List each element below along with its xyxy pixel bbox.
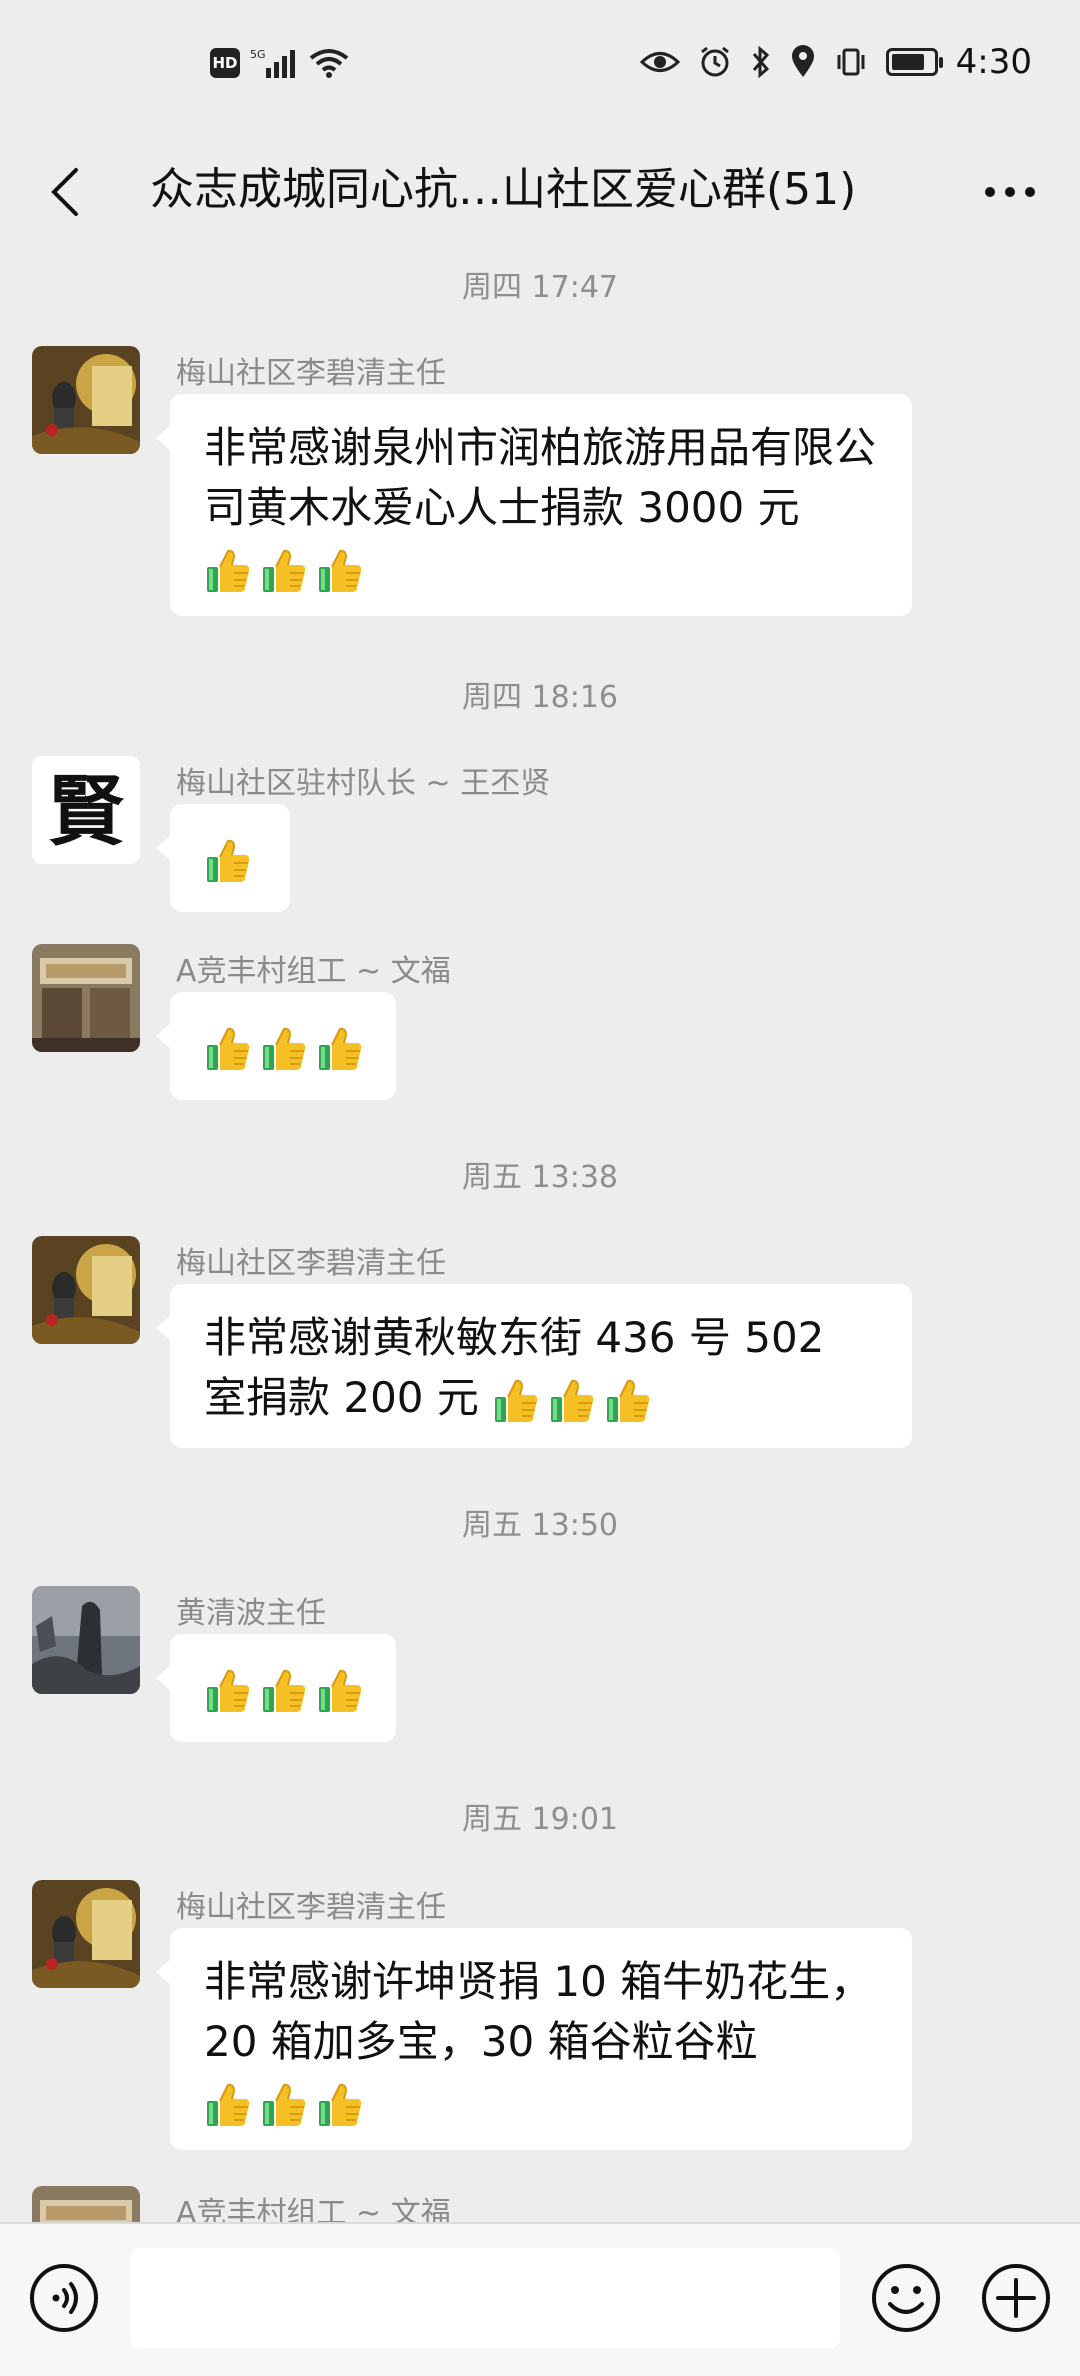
- emoji-button[interactable]: [870, 2262, 942, 2334]
- alarm-icon: [700, 46, 729, 77]
- thumbs-up-icon: [319, 1669, 362, 1712]
- thumbs-up-group: [204, 2081, 364, 2129]
- avatar-image: [32, 1236, 140, 1344]
- message-text: 非常感谢泉州市润柏旅游用品有限公司黄木水爱心人士捐款 3000 元: [204, 423, 877, 532]
- sender-name: 梅山社区李碧清主任: [176, 356, 446, 391]
- title-bar: 众志成城同心抗…山社区爱心群(51): [0, 132, 1080, 252]
- thumbs-up-icon: [319, 2083, 362, 2126]
- thumbs-up-group: [204, 837, 252, 885]
- sender-name: 黄清波主任: [176, 1596, 326, 1631]
- sender-name: 梅山社区李碧清主任: [176, 1890, 446, 1925]
- avatar[interactable]: [32, 1586, 140, 1694]
- sender-name: 梅山社区李碧清主任: [176, 1246, 446, 1281]
- avatar[interactable]: [32, 1236, 140, 1344]
- message-bubble[interactable]: 非常感谢泉州市润柏旅游用品有限公司黄木水爱心人士捐款 3000 元: [156, 394, 912, 616]
- status-right: 4:30: [639, 42, 1032, 82]
- location-icon: [791, 45, 814, 77]
- timestamp: 周五 19:01: [462, 1802, 618, 1837]
- more-functions-button[interactable]: [980, 2262, 1052, 2334]
- avatar-image: [32, 1586, 140, 1694]
- vibrate-icon: [837, 48, 865, 76]
- message-bubble[interactable]: 非常感谢黄秋敏东街 436 号 502 室捐款 200 元: [156, 1284, 912, 1448]
- voice-button[interactable]: [28, 2262, 100, 2334]
- hd-badge: HD: [210, 48, 240, 78]
- message-text: 非常感谢许坤贤捐 10 箱牛奶花生，20 箱加多宝，30 箱谷粒谷粒: [204, 1957, 873, 2066]
- thumbs-up-icon: [607, 1379, 650, 1422]
- thumbs-up-icon: [207, 1669, 250, 1712]
- thumbs-up-group: [492, 1377, 652, 1425]
- sender-name: A竞丰村组工 ~ 文福: [176, 954, 451, 989]
- avatar-image: [32, 346, 140, 454]
- more-icon: [985, 187, 1035, 197]
- thumbs-up-icon: [263, 549, 306, 592]
- chat-screen: HD 5G 4:30 众志成城同心抗…山社区爱心群(51) 周四 17:47 梅…: [0, 0, 1080, 2376]
- back-button[interactable]: [30, 156, 102, 228]
- signal-icon: 5G: [250, 48, 295, 78]
- avatar[interactable]: 賢: [32, 756, 140, 864]
- timestamp: 周四 18:16: [462, 680, 618, 715]
- avatar-image: [32, 1880, 140, 1988]
- plus-icon: [982, 2264, 1050, 2332]
- timestamp: 周五 13:38: [462, 1160, 618, 1195]
- battery-icon: [885, 48, 943, 76]
- thumbs-up-icon: [319, 549, 362, 592]
- wifi-icon: [309, 49, 349, 78]
- thumbs-up-icon: [263, 2083, 306, 2126]
- message-bubble[interactable]: 非常感谢许坤贤捐 10 箱牛奶花生，20 箱加多宝，30 箱谷粒谷粒: [156, 1928, 912, 2150]
- thumbs-up-group: [204, 547, 364, 595]
- thumbs-up-icon: [263, 1027, 306, 1070]
- thumbs-up-group: [204, 1667, 364, 1715]
- thumbs-up-icon: [551, 1379, 594, 1422]
- thumbs-up-icon: [263, 1669, 306, 1712]
- timestamp: 周四 17:47: [462, 270, 618, 305]
- thumbs-up-icon: [207, 1027, 250, 1070]
- battery-fill: [891, 54, 924, 70]
- avatar[interactable]: [32, 1880, 140, 1988]
- status-left: HD 5G: [210, 46, 350, 80]
- avatar[interactable]: [32, 346, 140, 454]
- message-input[interactable]: [130, 2248, 840, 2348]
- status-bar: HD 5G 4:30: [0, 0, 1080, 132]
- message-bubble[interactable]: [156, 804, 290, 912]
- sender-name: 梅山社区驻村队长 ~ 王丕贤: [176, 766, 551, 801]
- thumbs-up-icon: [207, 2083, 250, 2126]
- thumbs-up-icon: [207, 839, 250, 882]
- status-time: 4:30: [955, 42, 1032, 82]
- voice-icon: [30, 2264, 98, 2332]
- avatar-image: 賢: [32, 756, 140, 864]
- message-bubble[interactable]: [156, 1634, 396, 1742]
- chevron-left-icon: [51, 168, 78, 216]
- eye-icon: [639, 52, 680, 72]
- svg-text:5G: 5G: [250, 48, 266, 61]
- thumbs-up-group: [204, 1025, 364, 1073]
- avatar-image: [32, 944, 140, 1052]
- thumbs-up-icon: [207, 549, 250, 592]
- avatar-text: 賢: [48, 767, 125, 856]
- message-bubble[interactable]: [156, 992, 396, 1100]
- timestamp: 周五 13:50: [462, 1508, 618, 1543]
- avatar[interactable]: [32, 944, 140, 1052]
- emoji-icon: [872, 2264, 940, 2332]
- thumbs-up-icon: [319, 1027, 362, 1070]
- thumbs-up-icon: [495, 1379, 538, 1422]
- input-bar: [0, 2222, 1080, 2376]
- chat-title: 众志成城同心抗…山社区爱心群(51): [150, 164, 857, 215]
- bluetooth-icon: [752, 45, 769, 79]
- more-button[interactable]: [970, 156, 1050, 228]
